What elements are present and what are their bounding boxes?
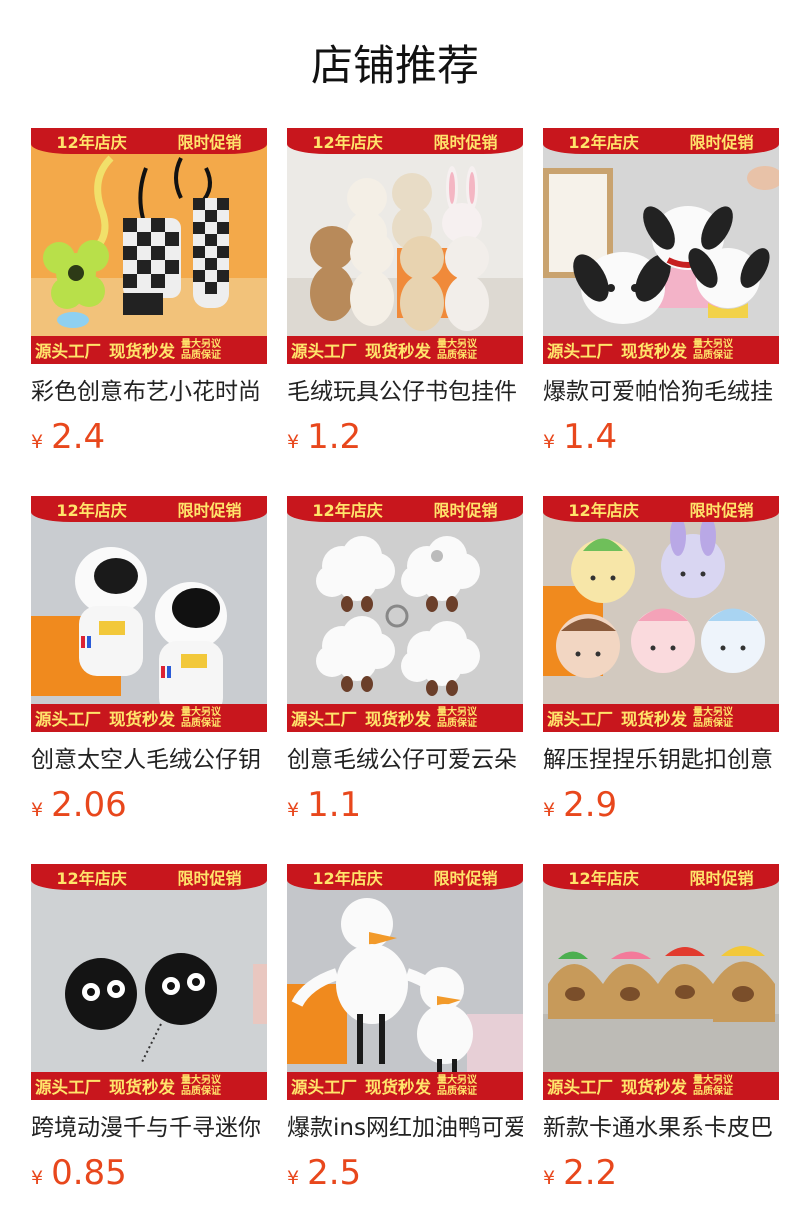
promo-banner-top: 12年店庆 限时促销 xyxy=(287,496,523,522)
currency-symbol: ¥ xyxy=(31,799,44,821)
product-price: ¥ 1.1 xyxy=(287,784,361,826)
promo-banner-top: 12年店庆 限时促销 xyxy=(543,128,779,154)
product-title[interactable]: 创意太空人毛绒公仔钥 xyxy=(31,742,267,778)
currency-symbol: ¥ xyxy=(287,1167,300,1189)
price-value: 2.4 xyxy=(51,417,106,457)
product-image[interactable]: 12年店庆 限时促销 源头工厂 现货秒发 量大另议 品质保证 xyxy=(287,864,523,1100)
promo-banner-bottom: 源头工厂 现货秒发 量大另议 品质保证 xyxy=(287,1072,523,1100)
product-card[interactable]: 12年店庆 限时促销 源头工厂 现货秒发 量大另议 品质保证 爆款可爱帕恰狗毛绒挂 … xyxy=(543,128,779,468)
price-value: 1.1 xyxy=(307,785,362,825)
currency-symbol: ¥ xyxy=(31,1167,44,1189)
page-title: 店铺推荐 xyxy=(310,41,479,90)
product-image[interactable]: 12年店庆 限时促销 源头工厂 现货秒发 量大另议 品质保证 xyxy=(543,864,779,1100)
product-image[interactable]: 12年店庆 限时促销 源头工厂 现货秒发 量大另议 品质保证 xyxy=(31,496,267,732)
price-value: 2.5 xyxy=(307,1153,362,1193)
currency-symbol: ¥ xyxy=(543,1167,556,1189)
promo-banner-top: 12年店庆 限时促销 xyxy=(31,128,267,154)
price-value: 2.2 xyxy=(563,1153,618,1193)
product-card[interactable]: 12年店庆 限时促销 源头工厂 现货秒发 量大另议 品质保证 新款卡通水果系卡皮巴 … xyxy=(543,864,779,1204)
price-value: 2.9 xyxy=(563,785,618,825)
product-card[interactable]: 12年店庆 限时促销 源头工厂 现货秒发 量大另议 品质保证 跨境动漫千与千寻迷你 … xyxy=(31,864,267,1204)
promo-banner-bottom: 源头工厂 现货秒发 量大另议 品质保证 xyxy=(543,336,779,364)
promo-banner-top: 12年店庆 限时促销 xyxy=(31,864,267,890)
product-price: ¥ 2.06 xyxy=(31,784,127,826)
product-image[interactable]: 12年店庆 限时促销 源头工厂 现货秒发 量大另议 品质保证 xyxy=(31,128,267,364)
currency-symbol: ¥ xyxy=(287,431,300,453)
product-title[interactable]: 爆款ins网红加油鸭可爱 xyxy=(287,1110,523,1146)
product-card[interactable]: 12年店庆 限时促销 源头工厂 现货秒发 量大另议 品质保证 创意太空人毛绒公仔钥 … xyxy=(31,496,267,836)
product-image[interactable]: 12年店庆 限时促销 源头工厂 现货秒发 量大另议 品质保证 xyxy=(287,496,523,732)
price-value: 0.85 xyxy=(51,1153,127,1193)
promo-banner-top: 12年店庆 限时促销 xyxy=(543,864,779,890)
product-price: ¥ 2.9 xyxy=(543,784,617,826)
price-value: 1.4 xyxy=(563,417,618,457)
promo-banner-bottom: 源头工厂 现货秒发 量大另议 品质保证 xyxy=(287,704,523,732)
product-title[interactable]: 毛绒玩具公仔书包挂件 xyxy=(287,374,523,410)
promo-banner-top: 12年店庆 限时促销 xyxy=(287,128,523,154)
product-card[interactable]: 12年店庆 限时促销 源头工厂 现货秒发 量大另议 品质保证 解压捏捏乐钥匙扣创意 … xyxy=(543,496,779,836)
product-price: ¥ 2.4 xyxy=(31,416,105,458)
promo-banner-bottom: 源头工厂 现货秒发 量大另议 品质保证 xyxy=(543,1072,779,1100)
product-title[interactable]: 创意毛绒公仔可爱云朵 xyxy=(287,742,523,778)
product-card[interactable]: 12年店庆 限时促销 源头工厂 现货秒发 量大另议 品质保证 彩色创意布艺小花时尚 … xyxy=(31,128,267,468)
product-price: ¥ 0.85 xyxy=(31,1152,127,1194)
product-title[interactable]: 彩色创意布艺小花时尚 xyxy=(31,374,267,410)
product-title[interactable]: 解压捏捏乐钥匙扣创意 xyxy=(543,742,779,778)
product-card[interactable]: 12年店庆 限时促销 源头工厂 现货秒发 量大另议 品质保证 创意毛绒公仔可爱云朵 … xyxy=(287,496,523,836)
promo-banner-bottom: 源头工厂 现货秒发 量大另议 品质保证 xyxy=(31,336,267,364)
product-price: ¥ 2.5 xyxy=(287,1152,361,1194)
currency-symbol: ¥ xyxy=(31,431,44,453)
promo-banner-top: 12年店庆 限时促销 xyxy=(543,496,779,522)
promo-banner-bottom: 源头工厂 现货秒发 量大另议 品质保证 xyxy=(31,704,267,732)
product-grid: 12年店庆 限时促销 源头工厂 现货秒发 量大另议 品质保证 彩色创意布艺小花时尚 … xyxy=(31,128,779,1204)
promo-banner-bottom: 源头工厂 现货秒发 量大另议 品质保证 xyxy=(31,1072,267,1100)
price-value: 2.06 xyxy=(51,785,127,825)
product-image[interactable]: 12年店庆 限时促销 源头工厂 现货秒发 量大另议 品质保证 xyxy=(287,128,523,364)
product-title[interactable]: 跨境动漫千与千寻迷你 xyxy=(31,1110,267,1146)
promo-banner-bottom: 源头工厂 现货秒发 量大另议 品质保证 xyxy=(543,704,779,732)
product-image[interactable]: 12年店庆 限时促销 源头工厂 现货秒发 量大另议 品质保证 xyxy=(543,128,779,364)
currency-symbol: ¥ xyxy=(287,799,300,821)
product-title[interactable]: 爆款可爱帕恰狗毛绒挂 xyxy=(543,374,779,410)
promo-banner-bottom: 源头工厂 现货秒发 量大另议 品质保证 xyxy=(287,336,523,364)
product-price: ¥ 1.4 xyxy=(543,416,617,458)
product-card[interactable]: 12年店庆 限时促销 源头工厂 现货秒发 量大另议 品质保证 爆款ins网红加油鸭可… xyxy=(287,864,523,1204)
product-title[interactable]: 新款卡通水果系卡皮巴 xyxy=(543,1110,779,1146)
product-image[interactable]: 12年店庆 限时促销 源头工厂 现货秒发 量大另议 品质保证 xyxy=(543,496,779,732)
promo-banner-top: 12年店庆 限时促销 xyxy=(31,496,267,522)
product-price: ¥ 2.2 xyxy=(543,1152,617,1194)
promo-banner-top: 12年店庆 限时促销 xyxy=(287,864,523,890)
currency-symbol: ¥ xyxy=(543,799,556,821)
product-card[interactable]: 12年店庆 限时促销 源头工厂 现货秒发 量大另议 品质保证 毛绒玩具公仔书包挂件 … xyxy=(287,128,523,468)
product-price: ¥ 1.2 xyxy=(287,416,361,458)
currency-symbol: ¥ xyxy=(543,431,556,453)
product-image[interactable]: 12年店庆 限时促销 源头工厂 现货秒发 量大另议 品质保证 xyxy=(31,864,267,1100)
price-value: 1.2 xyxy=(307,417,362,457)
